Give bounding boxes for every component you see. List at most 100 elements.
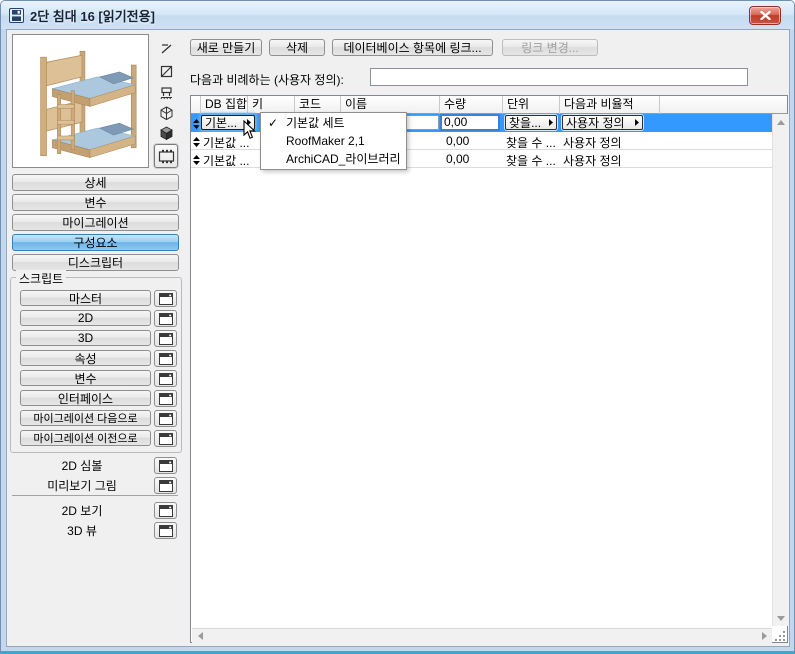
scroll-right-button[interactable] (756, 628, 772, 644)
script-migration-forward-button[interactable]: 마이그레이션 다음으로 (20, 410, 151, 426)
tab-components[interactable]: 구성요소 (12, 234, 179, 251)
delete-button[interactable]: 삭제 (269, 39, 325, 56)
proportional-dropdown-button[interactable]: 사용자 정의 (562, 115, 643, 130)
quantity-cell: 0,00 (446, 152, 470, 166)
open-window-migration-backward-button[interactable] (154, 430, 177, 447)
open-window-view-2d-button[interactable] (154, 502, 177, 519)
popup-arrow-icon (549, 119, 553, 126)
header-unit: 단위 (503, 96, 560, 114)
script-master-label: 마스터 (68, 291, 103, 306)
db-set-dropdown-menu: ✓ 기본값 세트 RoofMaker 2,1 ArchiCAD_라이브러리 (260, 112, 407, 170)
window-icon (158, 459, 173, 472)
header-quantity: 수량 (440, 96, 503, 114)
tab-parameters[interactable]: 변수 (12, 194, 179, 211)
open-window-parameters-button[interactable] (154, 370, 177, 387)
script-migration-backward-button[interactable]: 마이그레이션 이전으로 (20, 430, 151, 446)
title-bar[interactable]: 2단 침대 16 [읽기전용] (1, 1, 794, 29)
change-link-button: 링크 변경... (502, 39, 598, 56)
proportional-cell: 사용자 정의 (563, 154, 622, 168)
open-window-view-3d-button[interactable] (154, 522, 177, 539)
scroll-left-button[interactable] (192, 628, 208, 644)
row-drag-handle-icon[interactable] (193, 136, 200, 150)
tab-detail-label: 상세 (84, 176, 107, 190)
components-table: DB 집합 키 코드 이름 수량 단위 다음과 비율적 기본... 0,00 찾… (190, 95, 788, 643)
close-icon (759, 11, 771, 20)
window-icon (158, 352, 173, 365)
preview-picture-icon[interactable] (154, 144, 178, 168)
symbol-2d-label: 2D 심볼 (61, 459, 103, 473)
unit-cell: 찾을 수 ... (506, 154, 556, 168)
script-migration-forward-label: 마이그레이션 다음으로 (33, 413, 138, 425)
script-master-button[interactable]: 마스터 (20, 290, 151, 306)
script-properties-label: 속성 (74, 351, 97, 366)
elevation-view-icon[interactable] (157, 83, 175, 101)
window-icon (158, 524, 173, 537)
script-properties-button[interactable]: 속성 (20, 350, 151, 366)
menu-item-archicad-library[interactable]: ArchiCAD_라이브러리 (261, 150, 406, 168)
open-window-migration-forward-button[interactable] (154, 410, 177, 427)
open-window-properties-button[interactable] (154, 350, 177, 367)
header-db-set: DB 집합 (201, 96, 248, 114)
horizontal-scrollbar[interactable] (192, 628, 772, 643)
open-window-2d-button[interactable] (154, 310, 177, 327)
line-view-icon[interactable] (157, 40, 175, 58)
shaded-3d-icon[interactable] (157, 124, 175, 142)
script-parameters-button[interactable]: 변수 (20, 370, 151, 386)
open-window-preview-picture-button[interactable] (154, 477, 177, 494)
scroll-down-icon (777, 615, 785, 621)
menu-item-default-set[interactable]: ✓ 기본값 세트 (261, 114, 406, 132)
row-drag-handle-icon[interactable] (193, 154, 200, 168)
script-interface-button[interactable]: 인터페이스 (20, 390, 151, 406)
db-set-dropdown-button[interactable]: 기본... (201, 115, 255, 130)
tab-detail[interactable]: 상세 (12, 174, 179, 191)
window-icon (158, 432, 173, 445)
menu-item-roofmaker[interactable]: RoofMaker 2,1 (261, 132, 406, 150)
resize-grip[interactable] (772, 628, 788, 643)
open-window-symbol-2d-button[interactable] (154, 457, 177, 474)
script-interface-label: 인터페이스 (57, 391, 114, 406)
popup-arrow-icon (247, 119, 251, 126)
library-part-icon (9, 7, 24, 23)
vertical-scrollbar[interactable] (772, 114, 788, 626)
link-to-database-button[interactable]: 데이터베이스 항목에 링크... (332, 39, 493, 56)
window-icon (158, 312, 173, 325)
tab-descriptor[interactable]: 디스크립터 (12, 254, 179, 271)
scroll-up-button[interactable] (773, 114, 789, 130)
menu-item-label: ArchiCAD_라이브러리 (286, 152, 401, 166)
scroll-up-icon (777, 119, 785, 125)
script-2d-button[interactable]: 2D (20, 310, 151, 326)
proportional-input[interactable] (370, 68, 748, 86)
tab-components-label: 구성요소 (73, 236, 118, 250)
delete-button-label: 삭제 (285, 41, 309, 55)
header-handle (191, 96, 201, 114)
db-set-value: 기본... (205, 116, 238, 130)
menu-item-label: RoofMaker 2,1 (286, 134, 365, 148)
popup-arrow-icon (635, 119, 639, 126)
preview-picture-label: 미리보기 그림 (47, 479, 117, 493)
sidebar-divider (12, 495, 178, 496)
close-button[interactable] (749, 6, 781, 25)
header-proportional: 다음과 비율적 (560, 96, 660, 114)
unit-dropdown-button[interactable]: 찾을... (505, 115, 557, 130)
tab-migration[interactable]: 마이그레이션 (12, 214, 179, 231)
quantity-cell: 0,00 (446, 134, 470, 148)
unit-cell: 찾을 수 ... (506, 136, 556, 150)
quantity-edit-field[interactable]: 0,00 (440, 114, 500, 131)
symbol-2d-icon[interactable] (157, 62, 175, 80)
scroll-left-icon (197, 632, 203, 640)
open-window-3d-button[interactable] (154, 330, 177, 347)
row-drag-handle-icon[interactable] (193, 118, 200, 132)
tab-descriptor-label: 디스크립터 (67, 256, 124, 270)
script-3d-button[interactable]: 3D (20, 330, 151, 346)
scroll-down-button[interactable] (773, 610, 789, 626)
open-window-master-button[interactable] (154, 290, 177, 307)
menu-item-label: 기본값 세트 (286, 116, 345, 130)
tab-parameters-label: 변수 (84, 196, 107, 210)
window-icon (158, 479, 173, 492)
open-window-interface-button[interactable] (154, 390, 177, 407)
proportional-cell: 사용자 정의 (563, 136, 622, 150)
window-icon (158, 292, 173, 305)
view-3d-label: 3D 뷰 (67, 524, 97, 538)
wireframe-3d-icon[interactable] (157, 104, 175, 122)
new-button[interactable]: 새로 만들기 (190, 39, 262, 56)
